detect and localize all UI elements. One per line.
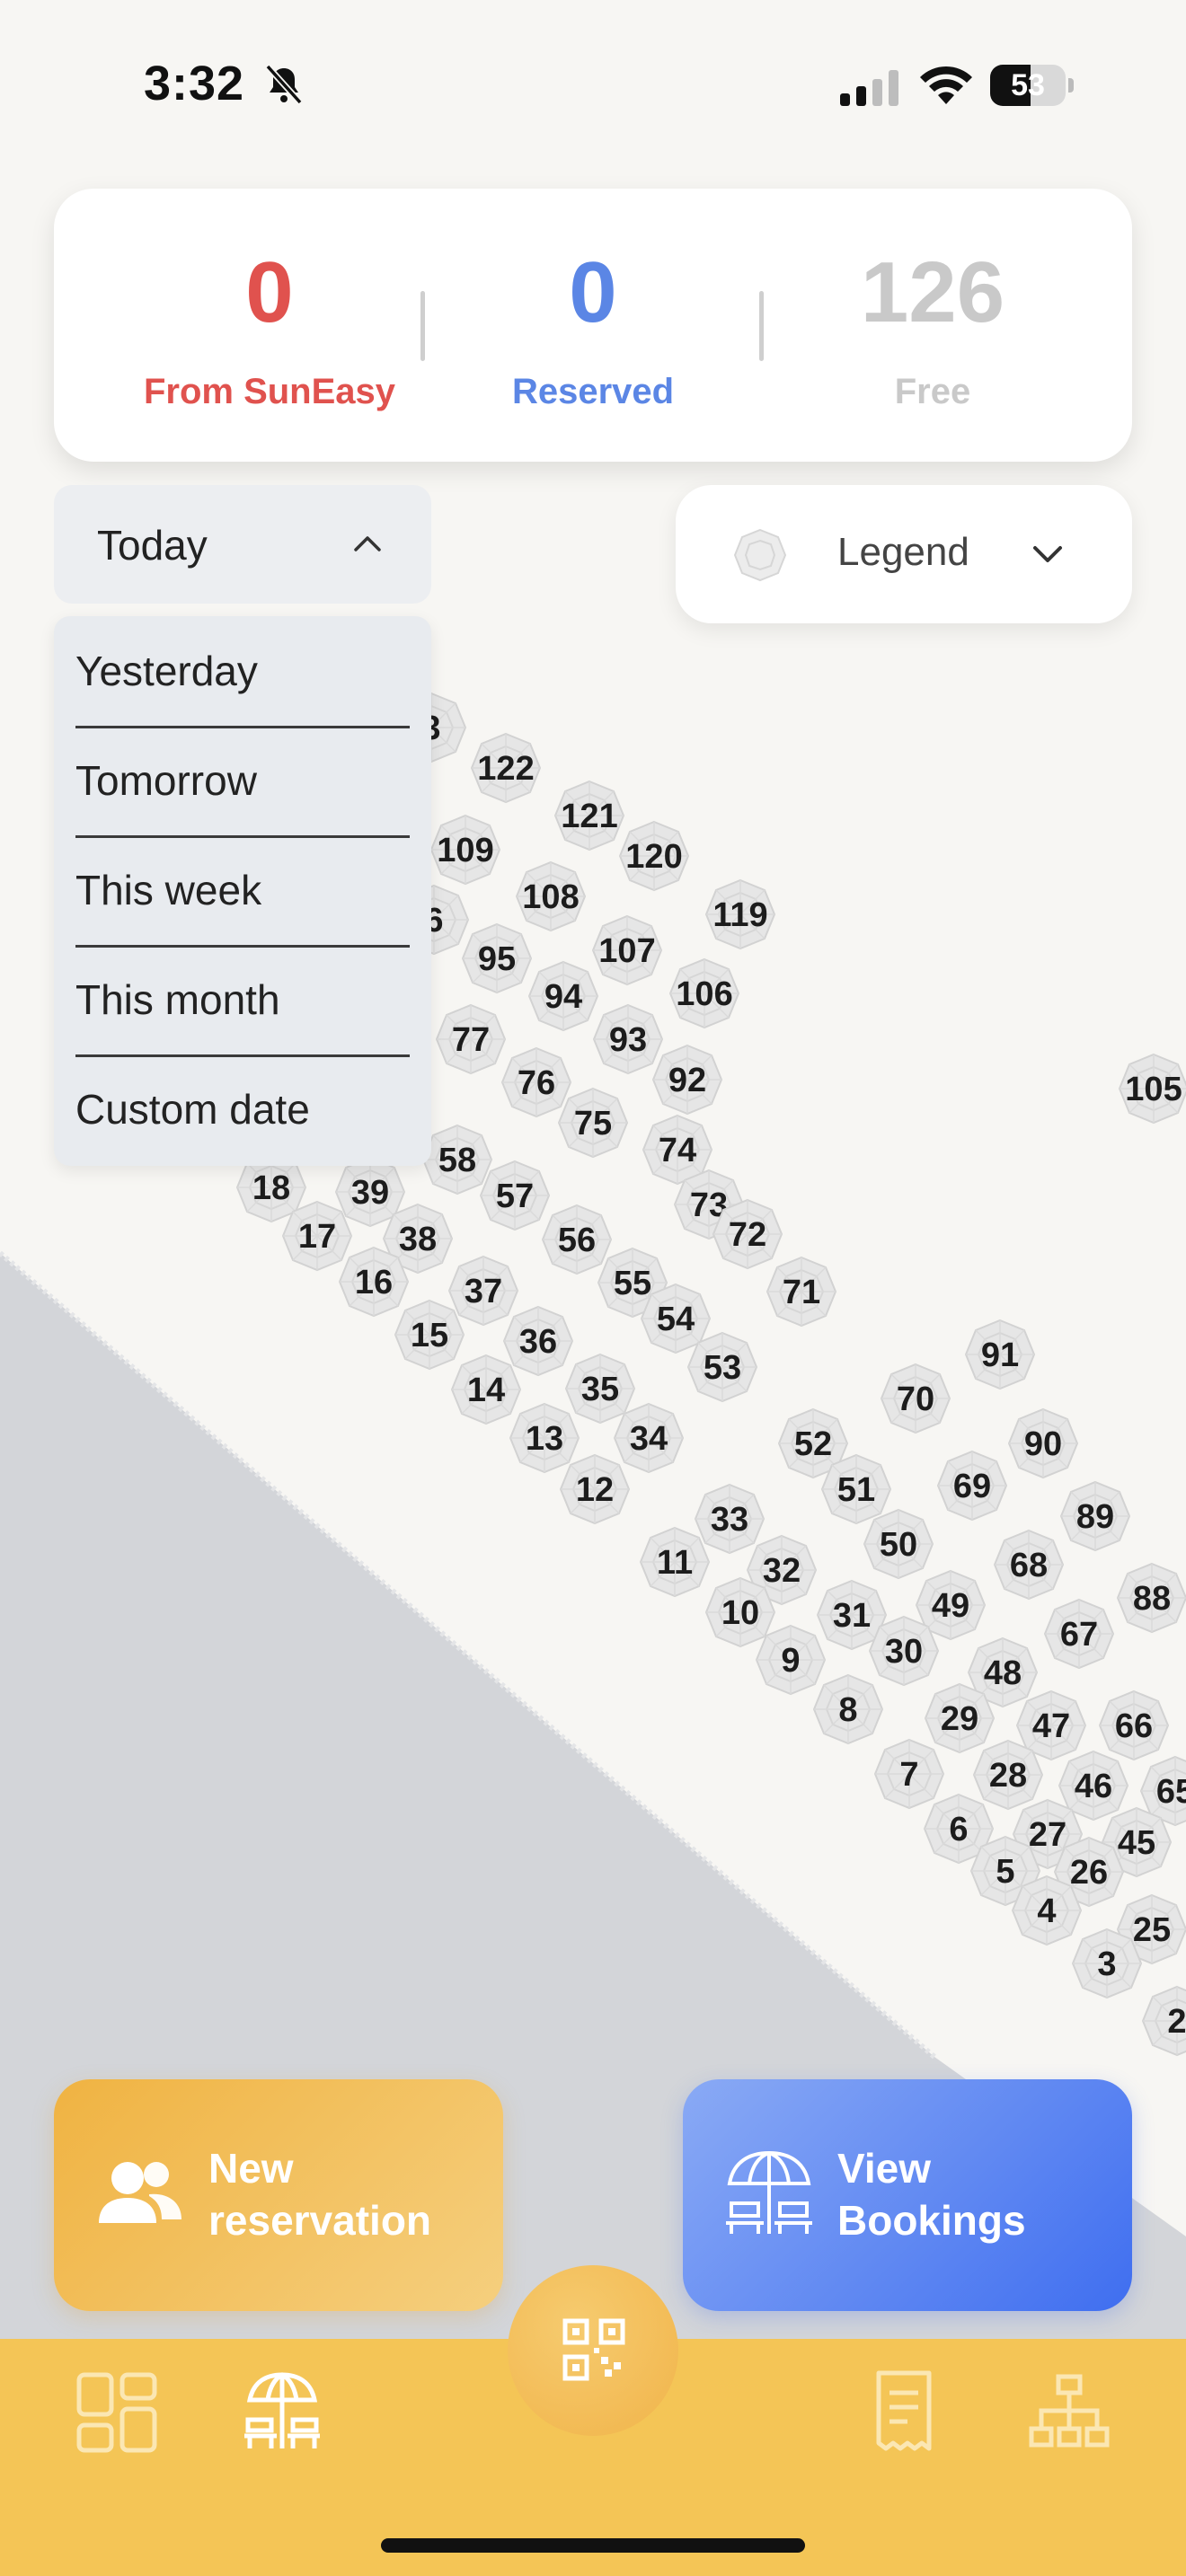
umbrella-spot[interactable]: 91 bbox=[962, 1317, 1038, 1392]
bell-muted-icon bbox=[265, 64, 303, 105]
umbrella-number: 108 bbox=[522, 878, 580, 916]
umbrella-spot[interactable]: 92 bbox=[650, 1042, 725, 1117]
date-option-yesterday[interactable]: Yesterday bbox=[75, 616, 410, 728]
umbrella-spot[interactable]: 12 bbox=[557, 1451, 633, 1527]
org-structure-icon[interactable] bbox=[1028, 2371, 1111, 2454]
new-reservation-button[interactable]: New reservation bbox=[54, 2079, 503, 2311]
stat-divider bbox=[759, 291, 764, 361]
date-option-tomorrow[interactable]: Tomorrow bbox=[75, 726, 410, 838]
free-count: 126 bbox=[860, 244, 1005, 340]
beach-umbrella-icon bbox=[726, 2151, 812, 2234]
receipt-icon[interactable] bbox=[863, 2369, 945, 2452]
view-bookings-label: View Bookings bbox=[837, 2145, 1026, 2244]
battery-percent: 53 bbox=[1011, 68, 1045, 102]
stat-divider bbox=[420, 291, 425, 361]
view-bookings-button[interactable]: View Bookings bbox=[683, 2079, 1132, 2311]
cellular-signal-icon bbox=[840, 70, 898, 106]
date-filter-selected: Today bbox=[97, 522, 208, 569]
umbrella-number: 7 bbox=[899, 1756, 919, 1794]
qr-scan-button[interactable] bbox=[508, 2265, 678, 2436]
umbrella-number: 50 bbox=[879, 1526, 918, 1564]
umbrella-number: 122 bbox=[477, 750, 535, 788]
umbrella-spot[interactable]: 69 bbox=[934, 1448, 1010, 1523]
umbrella-number: 120 bbox=[625, 838, 683, 876]
date-option-this-month[interactable]: This month bbox=[75, 945, 410, 1057]
battery-indicator: 53 bbox=[990, 65, 1075, 108]
legend-dropdown[interactable]: Legend bbox=[676, 485, 1132, 623]
umbrella-spot[interactable]: 75 bbox=[555, 1085, 631, 1160]
beach-map-icon[interactable] bbox=[241, 2369, 323, 2452]
umbrella-number: 2 bbox=[1167, 2003, 1186, 2041]
umbrella-number: 91 bbox=[980, 1337, 1020, 1374]
legend-label: Legend bbox=[837, 530, 969, 574]
users-icon bbox=[99, 2162, 181, 2223]
umbrella-spot[interactable]: 105 bbox=[1116, 1051, 1186, 1126]
umbrella-icon bbox=[733, 528, 787, 582]
stat-reserved: 0 Reserved bbox=[440, 189, 746, 462]
umbrella-spot[interactable]: 89 bbox=[1058, 1478, 1133, 1554]
reserved-count: 0 bbox=[569, 244, 617, 340]
qr-code-icon bbox=[562, 2318, 625, 2381]
reserved-label: Reserved bbox=[511, 372, 675, 411]
umbrella-number: 53 bbox=[703, 1349, 742, 1387]
umbrella-spot[interactable]: 53 bbox=[685, 1329, 760, 1405]
umbrella-spot[interactable]: 71 bbox=[764, 1254, 839, 1329]
umbrella-spot[interactable]: 109 bbox=[428, 812, 503, 887]
umbrella-number: 30 bbox=[884, 1633, 924, 1671]
umbrella-number: 69 bbox=[952, 1468, 992, 1505]
free-label: Free bbox=[894, 372, 971, 411]
umbrella-number: 105 bbox=[1125, 1071, 1182, 1108]
umbrella-number: 74 bbox=[658, 1132, 697, 1169]
umbrella-number: 68 bbox=[1009, 1547, 1049, 1584]
umbrella-spot[interactable]: 120 bbox=[616, 818, 692, 894]
umbrella-number: 15 bbox=[410, 1317, 449, 1354]
date-option-this-week[interactable]: This week bbox=[75, 835, 410, 948]
chevron-down-icon bbox=[1033, 546, 1062, 562]
umbrella-spot[interactable]: 106 bbox=[667, 956, 742, 1031]
umbrella-number: 70 bbox=[896, 1381, 935, 1418]
date-filter-menu: Yesterday Tomorrow This week This month … bbox=[54, 616, 431, 1166]
umbrella-spot[interactable]: 122 bbox=[468, 730, 544, 806]
stats-card: 0 From SunEasy 0 Reserved 126 Free bbox=[54, 189, 1132, 462]
stat-from-suneasy: 0 From SunEasy bbox=[117, 189, 422, 462]
umbrella-number: 72 bbox=[728, 1216, 767, 1254]
umbrella-number: 92 bbox=[668, 1062, 707, 1099]
from-suneasy-label: From SunEasy bbox=[143, 372, 396, 411]
umbrella-spot[interactable]: 3 bbox=[1069, 1926, 1145, 2001]
umbrella-number: 66 bbox=[1114, 1707, 1154, 1745]
umbrella-number: 3 bbox=[1097, 1945, 1117, 1983]
umbrella-spot[interactable]: 2 bbox=[1139, 1983, 1186, 2059]
umbrella-spot[interactable]: 119 bbox=[703, 877, 778, 952]
dashboard-icon[interactable] bbox=[75, 2371, 158, 2454]
umbrella-number: 12 bbox=[575, 1471, 615, 1509]
from-suneasy-count: 0 bbox=[245, 244, 294, 340]
date-option-custom-date[interactable]: Custom date bbox=[75, 1054, 410, 1164]
stat-free: 126 Free bbox=[780, 189, 1085, 462]
chevron-up-icon bbox=[354, 536, 381, 551]
umbrella-number: 51 bbox=[836, 1471, 876, 1509]
new-reservation-label: New reservation bbox=[208, 2145, 432, 2244]
umbrella-number: 71 bbox=[782, 1274, 821, 1311]
umbrella-spot[interactable]: 70 bbox=[878, 1361, 953, 1436]
umbrella-spot[interactable]: 11 bbox=[637, 1524, 712, 1600]
umbrella-number: 119 bbox=[712, 896, 768, 934]
status-time: 3:32 bbox=[144, 57, 245, 110]
home-indicator bbox=[381, 2538, 805, 2553]
wifi-icon bbox=[920, 66, 972, 104]
umbrella-number: 8 bbox=[838, 1691, 858, 1729]
